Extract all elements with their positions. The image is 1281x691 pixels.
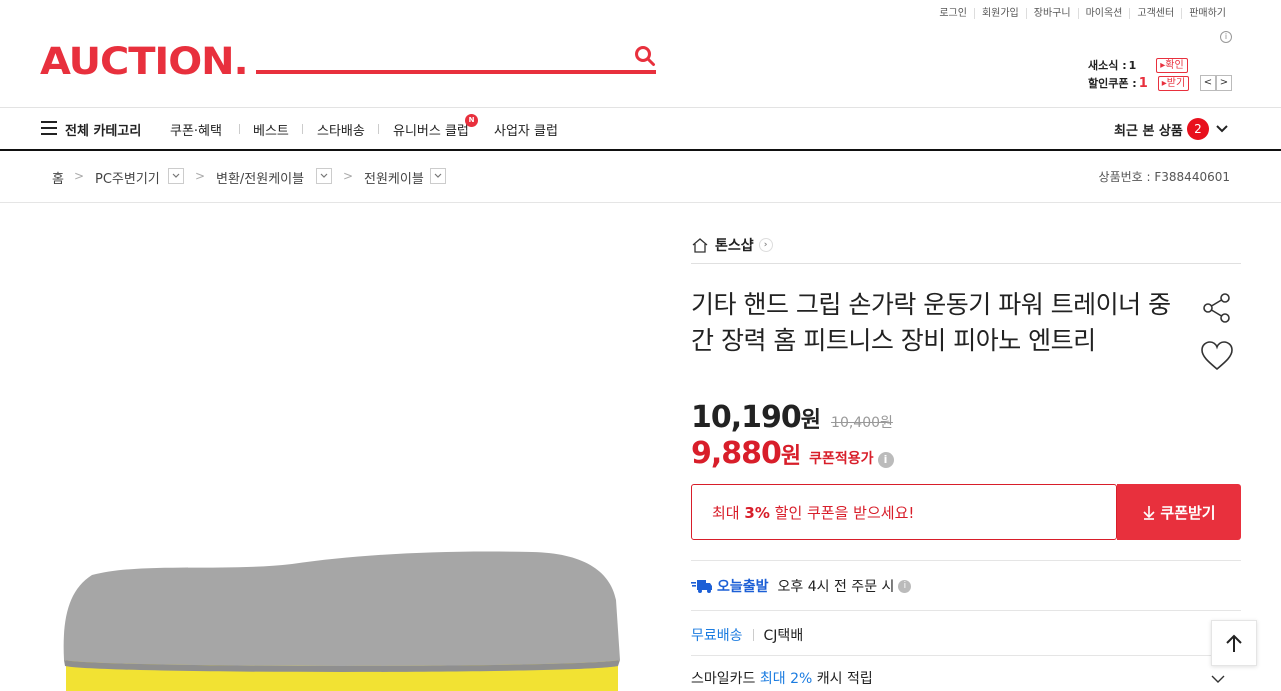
info-icon[interactable]: i: [898, 579, 912, 593]
news-label: 새소식 :: [1088, 59, 1127, 72]
login-link[interactable]: 로그인: [932, 8, 974, 19]
breadcrumb-arrow-icon: >: [195, 169, 206, 183]
utility-links: 로그인 회원가입 장바구니 마이옥션 고객센터 판매하기: [932, 8, 1233, 19]
menu-icon[interactable]: [41, 121, 57, 135]
arrow-up-icon: [1226, 634, 1242, 652]
recent-products-label[interactable]: 최근 본 상품: [1114, 120, 1183, 139]
nav-business-club[interactable]: 사업자 클럽: [494, 120, 558, 139]
shop-link[interactable]: 톤스샵 ›: [691, 235, 773, 255]
breadcrumb-arrow-icon: >: [74, 169, 85, 183]
today-brand: 오늘출발: [717, 579, 769, 595]
breadcrumb-dropdown-icon[interactable]: [168, 168, 184, 184]
divider: [691, 560, 1241, 561]
shop-name: 톤스샵: [715, 238, 754, 254]
search-bar: [256, 40, 656, 74]
recent-count-badge: 2: [1187, 118, 1209, 140]
original-price: 10,400원: [831, 415, 893, 431]
my-auction-link[interactable]: 마이옥션: [1077, 8, 1130, 19]
nav-best[interactable]: 베스트: [253, 120, 289, 139]
search-icon[interactable]: [634, 45, 656, 67]
breadcrumb: 홈 > PC주변기기 > 변환/전원케이블 > 전원케이블 상품번호 : F38…: [0, 152, 1281, 203]
carrier: CJ택배: [763, 628, 804, 644]
breadcrumb-level-1[interactable]: PC주변기기: [95, 168, 160, 187]
search-input[interactable]: [256, 40, 616, 70]
sell-link[interactable]: 판매하기: [1181, 8, 1233, 19]
price-unit: 원: [800, 408, 822, 433]
product-number: 상품번호 : F388440601: [1098, 170, 1230, 184]
share-icon[interactable]: [1201, 292, 1233, 324]
sale-price: 10,190 원 10,400원: [691, 400, 893, 435]
breadcrumb-level-2[interactable]: 변환/전원케이블: [216, 168, 304, 187]
today-shipping: 오늘출발 오후 4시 전 주문 시 i: [691, 576, 912, 596]
chevron-down-icon[interactable]: [1210, 671, 1226, 687]
coupon-price-unit: 원: [780, 444, 802, 469]
news-pager: < >: [1200, 75, 1232, 91]
coupon-download-button[interactable]: 쿠폰받기: [1117, 484, 1241, 540]
breadcrumb-dropdown-icon[interactable]: [316, 168, 332, 184]
divider: [691, 610, 1241, 611]
coupon-receive-button[interactable]: ▸받기: [1157, 75, 1190, 91]
coupon-label: 할인쿠폰 :: [1088, 77, 1137, 90]
shipping-info: 무료배송 CJ택배: [691, 625, 803, 645]
chevron-down-icon[interactable]: [1214, 121, 1230, 137]
scroll-top-button[interactable]: [1211, 620, 1257, 666]
news-confirm-button[interactable]: ▸확인: [1156, 57, 1188, 73]
heart-icon[interactable]: [1200, 340, 1234, 372]
cart-link[interactable]: 장바구니: [1025, 8, 1078, 19]
chevron-right-icon: ›: [758, 238, 773, 252]
home-icon: [692, 238, 708, 253]
new-badge: N: [465, 114, 478, 127]
breadcrumb-arrow-icon: >: [343, 169, 354, 183]
today-text: 오후 4시 전 주문 시: [777, 579, 895, 595]
divider: [691, 655, 1241, 656]
truck-icon: [691, 580, 712, 593]
coupon-price: 9,880 원 쿠폰적용가 i: [691, 436, 894, 471]
free-shipping: 무료배송: [691, 628, 743, 644]
next-button[interactable]: >: [1216, 75, 1232, 91]
product-image[interactable]: [62, 550, 620, 691]
nav-universe-club[interactable]: 유니버스 클럽: [393, 120, 469, 139]
coupon-message-box: 최대 3% 할인 쿠폰을 받으세요!: [691, 484, 1117, 540]
smile-card-info: 스마일카드 최대 2% 캐시 적립: [691, 671, 873, 687]
auction-logo[interactable]: AUCTION.: [40, 40, 249, 83]
divider: [691, 263, 1241, 264]
breadcrumb-dropdown-icon[interactable]: [430, 168, 446, 184]
news-count: 1: [1128, 58, 1137, 72]
customer-center-link[interactable]: 고객센터: [1129, 8, 1181, 19]
prev-button[interactable]: <: [1200, 75, 1216, 91]
coupon-price-value: 9,880: [691, 436, 782, 471]
price-value: 10,190: [691, 400, 802, 435]
signup-link[interactable]: 회원가입: [973, 8, 1026, 19]
all-category-button[interactable]: 전체 카테고리: [65, 120, 141, 139]
coupon-price-label: 쿠폰적용가: [809, 451, 874, 467]
coupon-count: 1: [1138, 75, 1148, 91]
news-coupon-box: 새소식 : 1 ▸확인 할인쿠폰 : 1 ▸받기: [1088, 56, 1190, 92]
product-title: 기타 핸드 그립 손가락 운동기 파워 트레이너 중간 장력 홈 피트니스 장비…: [691, 290, 1171, 355]
breadcrumb-home[interactable]: 홈: [52, 168, 64, 187]
nav-star-delivery[interactable]: 스타배송: [317, 120, 365, 139]
info-icon[interactable]: i: [877, 452, 894, 468]
info-icon[interactable]: i: [1220, 31, 1232, 43]
download-icon: [1143, 506, 1155, 520]
nav-coupon-benefit[interactable]: 쿠폰·혜택: [170, 120, 222, 139]
main-nav: 전체 카테고리 쿠폰·혜택 베스트 스타배송 유니버스 클럽 N 사업자 클럽 …: [0, 108, 1281, 151]
breadcrumb-level-3[interactable]: 전원케이블: [364, 168, 424, 187]
